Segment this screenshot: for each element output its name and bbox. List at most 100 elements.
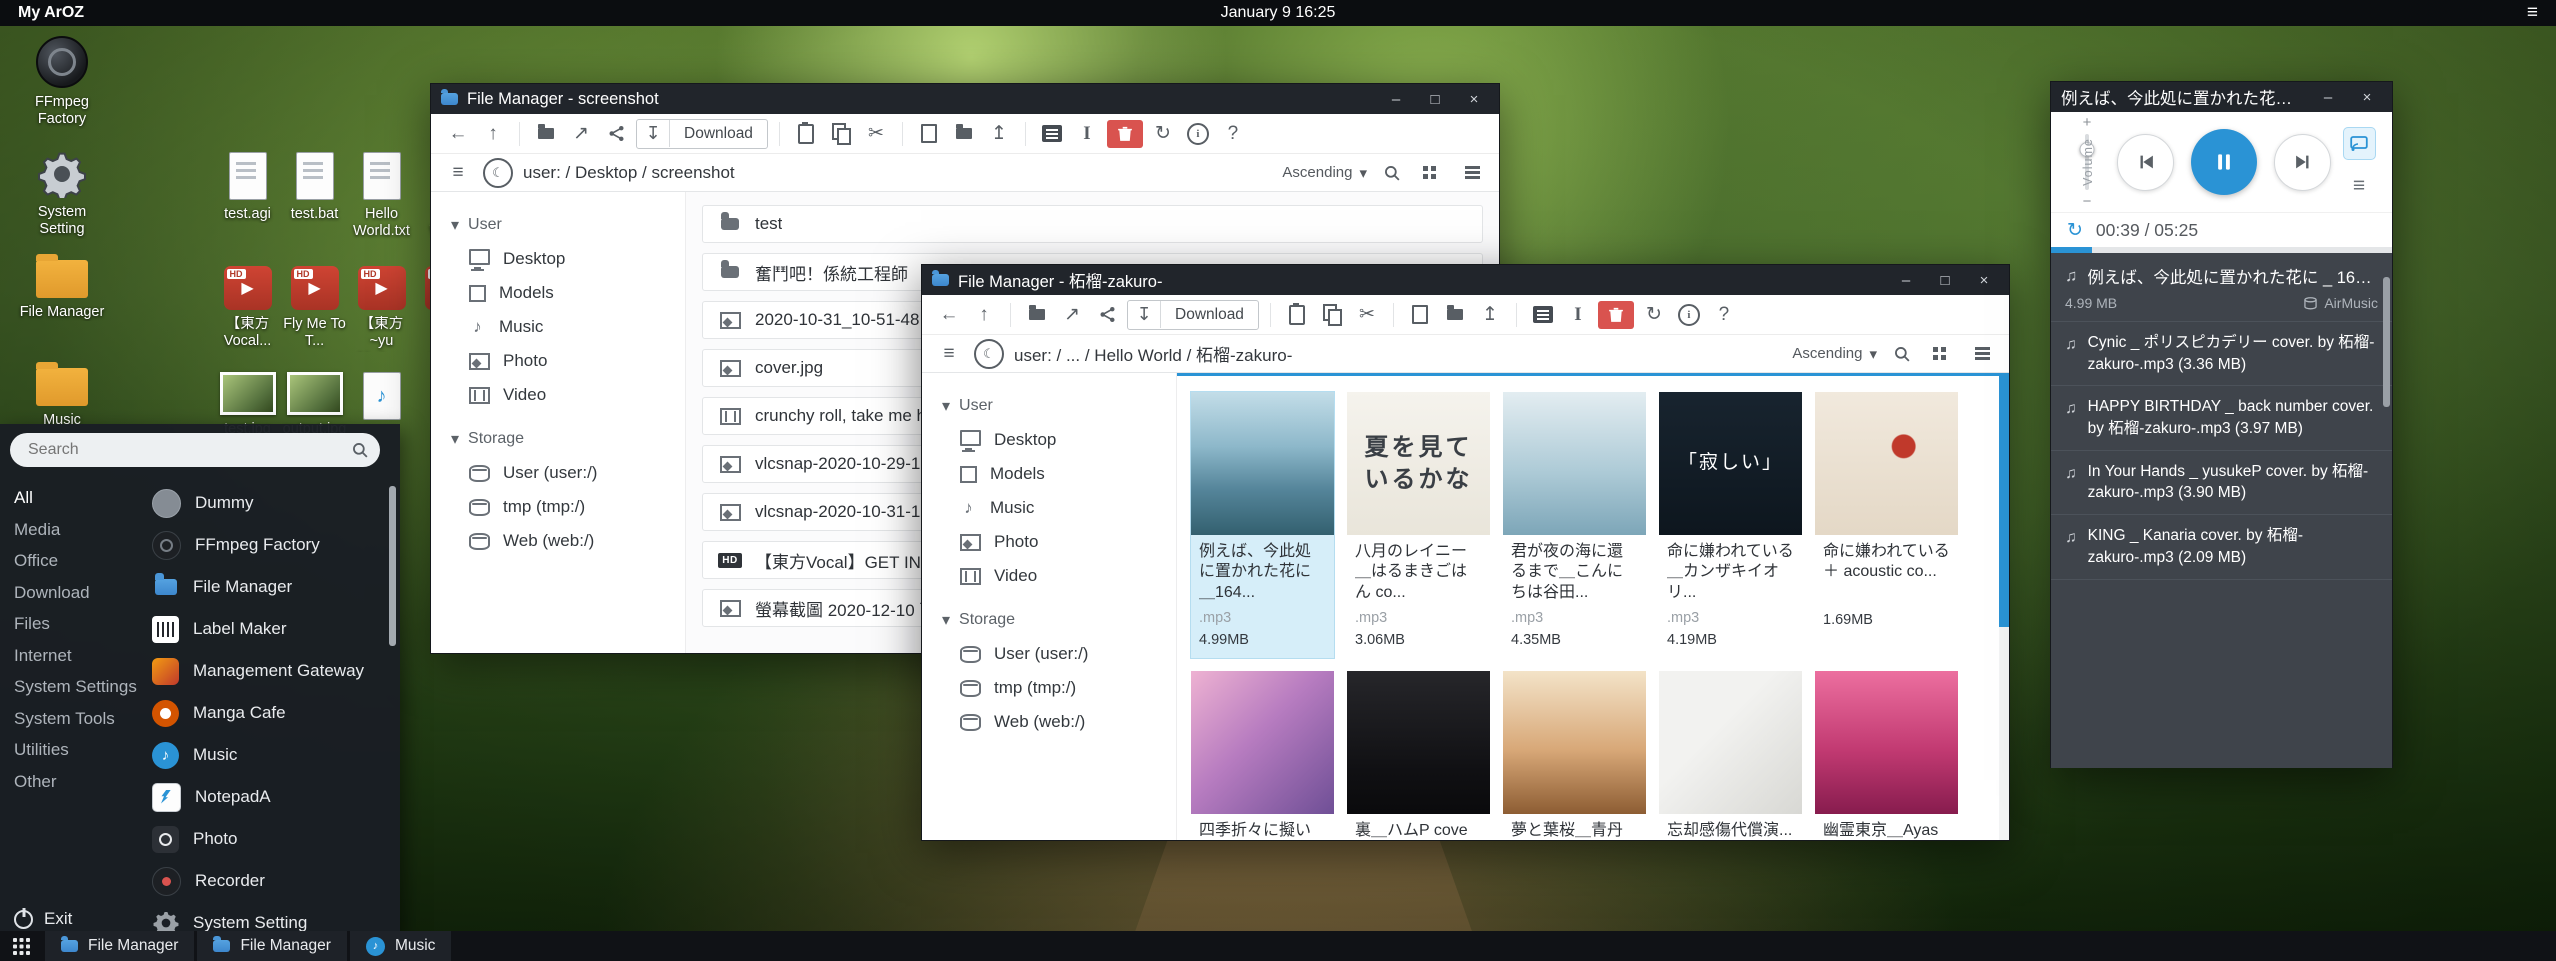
start-menu-scrollbar[interactable] [389,486,396,646]
volume-track[interactable]: Volume [2085,134,2089,190]
new-file-button[interactable] [914,120,944,148]
playlist-item[interactable]: ♫Cynic _ ポリスピカデリー cover. by 柘榴-zakuro-.m… [2051,322,2392,386]
desktop-icon-system-setting[interactable]: System Setting [14,150,110,239]
help-button[interactable]: ? [1218,120,1248,148]
copy-button[interactable] [826,120,856,148]
maximize-button[interactable]: □ [1420,91,1450,108]
next-button[interactable] [2274,134,2331,191]
sidebar-item-tmp-drive[interactable]: tmp (tmp:/) [922,671,1176,705]
window-title-bar[interactable]: 例えば、今此処に置かれた花に＿164 c... – × [2051,82,2392,112]
sidebar-section-storage[interactable]: ▾Storage [922,603,1176,637]
playlist-item[interactable]: ♫In Your Hands _ yusukeP cover. by 柘榴-za… [2051,451,2392,515]
up-button[interactable]: ↑ [478,120,508,148]
scrollbar-thumb[interactable] [1999,376,2009,627]
category-internet[interactable]: Internet [0,640,150,672]
app-item-ffmpeg-factory[interactable]: FFmpeg Factory [152,524,384,566]
desktop-icon-ffmpeg-factory[interactable]: FFmpeg Factory [14,36,110,129]
grid-view-button[interactable] [1927,340,1957,368]
sidebar-item-user-drive[interactable]: User (user:/) [431,456,685,490]
sidebar-item-user-drive[interactable]: User (user:/) [922,637,1176,671]
app-item-label-maker[interactable]: Label Maker [152,608,384,650]
file-tile[interactable]: 命に嫌われている＋ acoustic co...1.69MB [1815,392,1958,658]
desktop-icon-test-bat[interactable]: test.bat [281,152,348,223]
app-item-dummy[interactable]: Dummy [152,482,384,524]
share-button[interactable] [601,120,631,148]
refresh-button[interactable]: ↻ [1148,120,1178,148]
refresh-button[interactable]: ↻ [1639,301,1669,329]
new-folder-button[interactable] [949,120,979,148]
file-tile[interactable]: 忘却感傷代償演... [1659,671,1802,840]
open-button[interactable] [1022,301,1052,329]
breadcrumb[interactable]: user: / Desktop / screenshot [523,163,1272,183]
desktop-icon-file-manager[interactable]: File Manager [14,260,110,321]
file-row[interactable]: test [702,205,1483,243]
taskbar-item-file-manager-1[interactable]: File Manager [45,931,194,961]
top-menu-icon[interactable]: ≡ [2527,2,2538,24]
player-menu-button[interactable]: ≡ [2353,174,2365,198]
sidebar-item-video[interactable]: Video [431,378,685,412]
desktop-icon-video-3[interactable]: HD▶ 【東方~yu kimin... [348,266,415,352]
new-file-button[interactable] [1405,301,1435,329]
delete-button[interactable] [1107,120,1143,148]
archive-button[interactable] [1037,120,1067,148]
desktop-icon-test-agi[interactable]: test.agi [214,152,281,223]
volume-plus[interactable]: + [2083,114,2092,131]
app-launcher-button[interactable] [0,931,42,961]
minimize-button[interactable]: – [1381,91,1411,108]
sidebar-section-user[interactable]: ▾User [431,208,685,242]
sidebar-item-web-drive[interactable]: Web (web:/) [922,705,1176,739]
scrollbar[interactable] [1999,376,2009,840]
sidebar-item-photo[interactable]: Photo [922,525,1176,559]
window-title-bar[interactable]: File Manager - screenshot – □ × [431,84,1499,114]
sidebar-section-storage[interactable]: ▾Storage [431,422,685,456]
volume-minus[interactable]: − [2083,193,2092,210]
copy-button[interactable] [1317,301,1347,329]
category-utilities[interactable]: Utilities [0,734,150,766]
app-item-recorder[interactable]: Recorder [152,860,384,902]
new-folder-button[interactable] [1440,301,1470,329]
rename-button[interactable]: I [1072,120,1102,148]
cut-button[interactable]: ✂ [1352,301,1382,329]
app-item-music[interactable]: ♪Music [152,734,384,776]
minimize-button[interactable]: – [1891,272,1921,289]
dark-mode-toggle[interactable]: ☾ [974,339,1004,369]
desktop-icon-audio-1[interactable]: ♪ [348,372,415,426]
taskbar-item-file-manager-2[interactable]: File Manager [197,931,346,961]
minimize-button[interactable]: – [2313,89,2343,106]
file-tile[interactable]: 君が夜の海に還るまで＿こんにちは谷田....mp34.35MB [1503,392,1646,658]
sidebar-item-photo[interactable]: Photo [431,344,685,378]
file-tile[interactable]: 夢と葉桜＿青丹月... [1503,671,1646,840]
back-button[interactable]: ← [934,301,964,329]
sort-dropdown[interactable]: Ascending▾ [1792,345,1877,363]
previous-button[interactable] [2117,134,2174,191]
app-item-notepada[interactable]: NotepadA [152,776,384,818]
list-view-button[interactable] [1457,159,1487,187]
pause-button[interactable] [2191,129,2257,195]
airmusic-toggle[interactable]: AirMusic [2304,295,2378,311]
taskbar-item-music[interactable]: ♪ Music [350,931,451,961]
info-button[interactable]: i [1183,120,1213,148]
category-files[interactable]: Files [0,608,150,640]
category-system-settings[interactable]: System Settings [0,671,150,703]
archive-button[interactable] [1528,301,1558,329]
download-button[interactable]: ↧ Download [1127,300,1259,330]
open-new-window-button[interactable]: ↗ [566,120,596,148]
repeat-icon[interactable]: ↻ [2067,219,2083,242]
search-box[interactable] [10,433,380,467]
delete-button[interactable] [1598,301,1634,329]
upload-button[interactable]: ↥ [1475,301,1505,329]
playlist-item[interactable]: ♫HAPPY BIRTHDAY _ back number cover. by … [2051,386,2392,450]
upload-button[interactable]: ↥ [984,120,1014,148]
help-button[interactable]: ? [1709,301,1739,329]
sidebar-item-desktop[interactable]: Desktop [922,423,1176,457]
desktop-icon-video-2[interactable]: HD▶ Fly Me To T... [281,266,348,351]
desktop-icon-video-1[interactable]: HD▶ 【東方Vocal... [214,266,281,351]
file-tile[interactable]: 四季折々に擬いて... [1191,671,1334,840]
back-button[interactable]: ← [443,120,473,148]
cut-button[interactable]: ✂ [861,120,891,148]
download-button[interactable]: ↧ Download [636,119,768,149]
sidebar-item-music[interactable]: ♪Music [431,310,685,344]
search-button[interactable] [1377,159,1407,187]
playlist-scrollbar[interactable] [2383,277,2390,407]
volume-slider[interactable]: + Volume − [2065,114,2109,210]
